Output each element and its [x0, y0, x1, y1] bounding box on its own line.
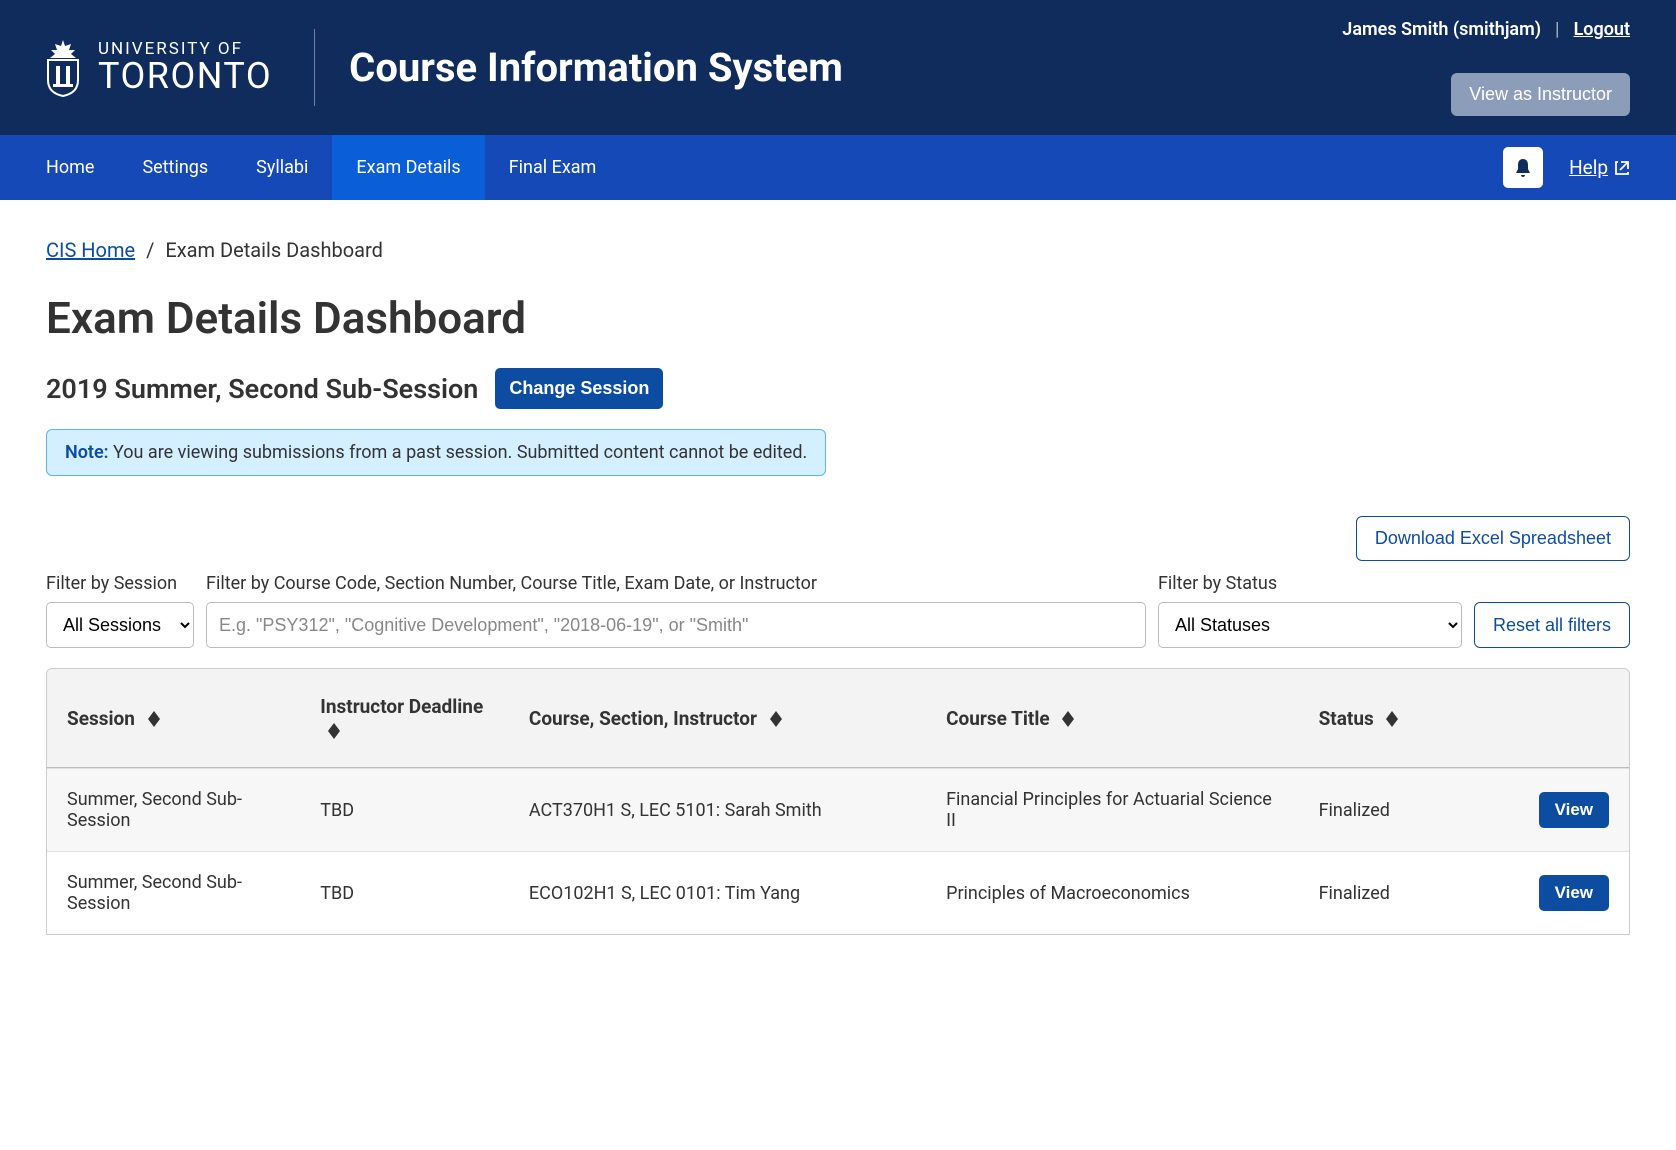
cell-title: Financial Principles for Actuarial Scien… — [926, 768, 1299, 851]
filter-session-col: Filter by Session All Sessions — [46, 573, 194, 648]
header-divider — [314, 29, 315, 106]
uoft-wordmark: UNIVERSITY OF TORONTO — [98, 41, 272, 94]
sort-icon[interactable] — [1062, 711, 1074, 727]
caret-down-icon — [1062, 719, 1074, 727]
header-right: James Smith (smithjam) | Logout View as … — [1342, 19, 1630, 116]
filter-row: Filter by Session All Sessions Filter by… — [46, 573, 1630, 648]
nav-syllabi[interactable]: Syllabi — [232, 135, 332, 200]
caret-down-icon — [148, 719, 160, 727]
app-title: Course Information System — [349, 44, 843, 91]
th-course-section-instructor[interactable]: Course, Section, Instructor — [509, 669, 926, 768]
view-button[interactable]: View — [1539, 875, 1609, 911]
change-session-button[interactable]: Change Session — [495, 368, 663, 409]
nav-right: Help — [1503, 135, 1630, 200]
table-row: Summer, Second Sub-Session TBD ECO102H1 … — [47, 851, 1629, 934]
cell-status: Finalized — [1299, 768, 1465, 851]
th-course-text: Course, Section, Instructor — [529, 707, 757, 730]
caret-down-icon — [770, 719, 782, 727]
filter-search-col: Filter by Course Code, Section Number, C… — [206, 573, 1146, 648]
notifications-button[interactable] — [1503, 147, 1543, 188]
help-link-text: Help — [1569, 156, 1608, 179]
user-name: James Smith (smithjam) — [1342, 19, 1541, 40]
cell-actions: View — [1464, 851, 1629, 934]
cell-title: Principles of Macroeconomics — [926, 851, 1299, 934]
filter-search-label: Filter by Course Code, Section Number, C… — [206, 573, 1146, 594]
cell-deadline: TBD — [300, 768, 509, 851]
sort-icon[interactable] — [770, 711, 782, 727]
view-button[interactable]: View — [1539, 792, 1609, 828]
logo-area: UNIVERSITY OF TORONTO — [38, 38, 272, 98]
nav-home[interactable]: Home — [0, 135, 118, 200]
table-row: Summer, Second Sub-Session TBD ACT370H1 … — [47, 768, 1629, 851]
cell-deadline: TBD — [300, 851, 509, 934]
caret-up-icon — [1062, 711, 1074, 719]
th-deadline-text: Instructor Deadline — [320, 695, 483, 718]
caret-up-icon — [1386, 711, 1398, 719]
filter-session-label: Filter by Session — [46, 573, 194, 594]
th-title-text: Course Title — [946, 707, 1050, 730]
bell-icon — [1513, 157, 1533, 179]
th-status[interactable]: Status — [1299, 669, 1465, 768]
caret-up-icon — [770, 711, 782, 719]
cell-session: Summer, Second Sub-Session — [47, 768, 300, 851]
note-banner: Note: You are viewing submissions from a… — [46, 429, 826, 476]
th-actions — [1464, 669, 1629, 768]
note-label: Note: — [65, 442, 109, 463]
logout-link[interactable]: Logout — [1574, 19, 1630, 40]
uoft-crest-icon — [38, 38, 88, 98]
th-session[interactable]: Session — [47, 669, 300, 768]
filter-status-col: Filter by Status All Statuses — [1158, 573, 1462, 648]
help-link[interactable]: Help — [1569, 156, 1630, 179]
download-row: Download Excel Spreadsheet — [46, 516, 1630, 561]
uoft-large-text: TORONTO — [98, 58, 272, 94]
th-status-text: Status — [1319, 707, 1374, 730]
caret-up-icon — [328, 723, 340, 731]
filter-status-label: Filter by Status — [1158, 573, 1462, 594]
session-label: 2019 Summer, Second Sub-Session — [46, 373, 478, 405]
filter-search-input[interactable] — [206, 602, 1146, 648]
breadcrumb-home-link[interactable]: CIS Home — [46, 238, 135, 262]
nav-final-exam[interactable]: Final Exam — [485, 135, 621, 200]
view-as-instructor-button[interactable]: View as Instructor — [1451, 73, 1630, 116]
user-row: James Smith (smithjam) | Logout — [1342, 19, 1630, 40]
th-course-title[interactable]: Course Title — [926, 669, 1299, 768]
filter-session-select[interactable]: All Sessions — [46, 602, 194, 648]
main-content: CIS Home / Exam Details Dashboard Exam D… — [0, 200, 1676, 973]
nav-exam-details[interactable]: Exam Details — [332, 135, 484, 200]
top-header: UNIVERSITY OF TORONTO Course Information… — [0, 0, 1676, 135]
caret-down-icon — [328, 731, 340, 739]
nav-bar: Home Settings Syllabi Exam Details Final… — [0, 135, 1676, 200]
th-instructor-deadline[interactable]: Instructor Deadline — [300, 669, 509, 768]
cell-status: Finalized — [1299, 851, 1465, 934]
nav-settings[interactable]: Settings — [118, 135, 232, 200]
th-session-text: Session — [67, 707, 135, 730]
sort-icon[interactable] — [148, 711, 160, 727]
cell-session: Summer, Second Sub-Session — [47, 851, 300, 934]
cell-course: ACT370H1 S, LEC 5101: Sarah Smith — [509, 768, 926, 851]
breadcrumb: CIS Home / Exam Details Dashboard — [46, 238, 1630, 262]
download-excel-button[interactable]: Download Excel Spreadsheet — [1356, 516, 1630, 561]
exam-details-table: Session Instructor Deadline Course, Sect… — [46, 668, 1630, 935]
sort-icon[interactable] — [328, 723, 340, 739]
filter-status-select[interactable]: All Statuses — [1158, 602, 1462, 648]
user-row-separator: | — [1555, 19, 1560, 40]
cell-course: ECO102H1 S, LEC 0101: Tim Yang — [509, 851, 926, 934]
page-title: Exam Details Dashboard — [46, 292, 1630, 344]
session-row: 2019 Summer, Second Sub-Session Change S… — [46, 368, 1630, 409]
cell-actions: View — [1464, 768, 1629, 851]
breadcrumb-separator: / — [146, 238, 154, 262]
note-text: You are viewing submissions from a past … — [109, 442, 808, 463]
caret-up-icon — [148, 711, 160, 719]
sort-icon[interactable] — [1386, 711, 1398, 727]
external-link-icon — [1614, 160, 1630, 176]
caret-down-icon — [1386, 719, 1398, 727]
reset-filters-button[interactable]: Reset all filters — [1474, 602, 1630, 648]
breadcrumb-current: Exam Details Dashboard — [165, 238, 383, 262]
